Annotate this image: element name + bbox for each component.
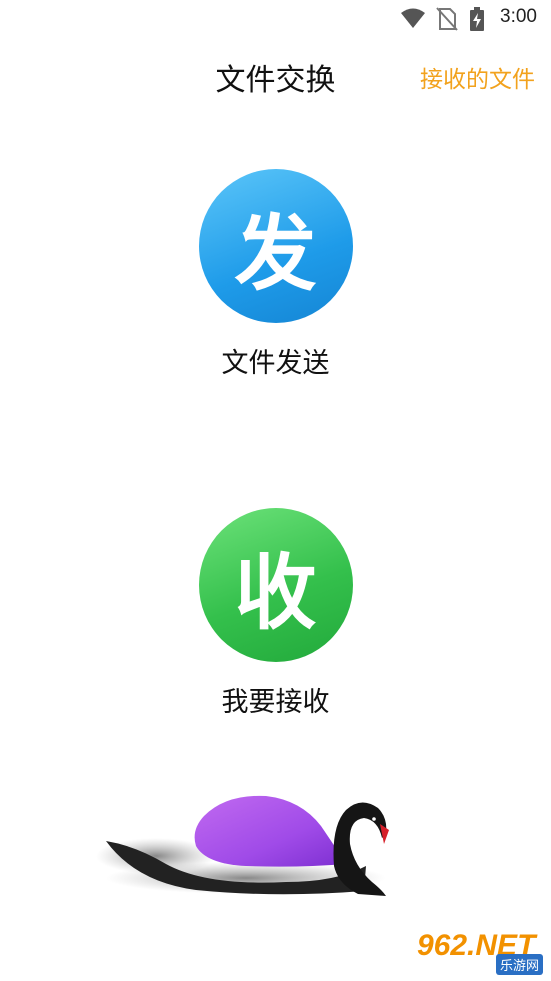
send-button[interactable]: 发 [198,169,353,323]
receive-button[interactable]: 收 [198,508,353,662]
send-file-action[interactable]: 发 文件发送 [0,169,551,380]
receive-label: 我要接收 [221,687,330,718]
received-files-link[interactable]: 接收的文件 [420,60,535,94]
send-glyph: 发 [234,206,317,302]
wifi-icon [401,8,425,28]
no-sim-icon [436,7,458,31]
watermark-sub: 乐游网 [495,954,543,975]
status-time: 3:00 [500,6,537,27]
watermark-logo: 962.NET 乐游网 [411,929,545,975]
swan-illustration [96,795,389,896]
receive-glyph: 收 [234,545,317,641]
receive-file-action[interactable]: 收 我要接收 [0,508,551,719]
send-label: 文件发送 [221,348,330,379]
status-bar: 3:00 [0,0,551,38]
battery-charging-icon [470,7,484,31]
header: 文件交换 接收的文件 [0,50,551,100]
